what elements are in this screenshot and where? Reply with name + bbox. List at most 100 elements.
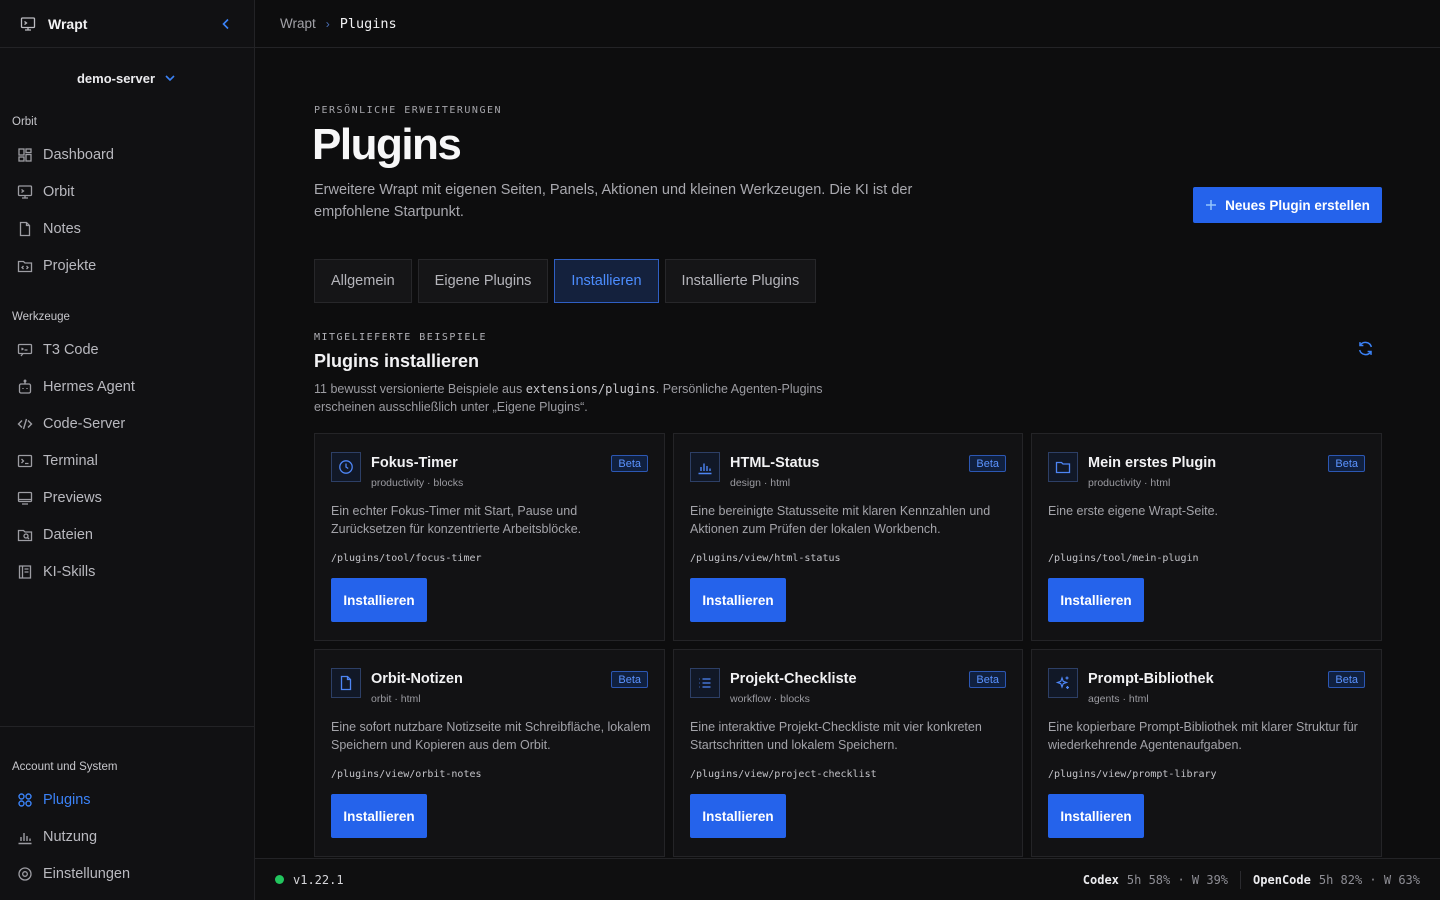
sidebar-item-terminal[interactable]: Terminal — [0, 442, 254, 479]
plugin-card-orbit-notizen: Orbit-Notizen orbit · html Beta Eine sof… — [314, 649, 665, 857]
sidebar-group-title: Orbit — [12, 116, 37, 128]
sidebar-item-label: Projekte — [43, 257, 97, 274]
tab-allgemein[interactable]: Allgemein — [314, 259, 412, 303]
app-name: Wrapt — [48, 15, 88, 32]
tab-installieren[interactable]: Installieren — [554, 259, 659, 303]
status-dot — [275, 875, 284, 884]
dashboard-icon — [18, 147, 32, 162]
sparkles-icon — [1055, 676, 1069, 689]
codex-label: Codex — [1082, 872, 1119, 887]
install-button[interactable]: Installieren — [331, 794, 427, 838]
bar-chart-icon — [698, 463, 712, 475]
plugin-title: Prompt-Bibliothek — [1088, 671, 1214, 687]
install-button[interactable]: Installieren — [1048, 794, 1144, 838]
sidebar-item-t3-code[interactable]: T3 Code — [0, 331, 254, 368]
plugin-description: Eine bereinigte Statusseite mit klaren K… — [690, 504, 991, 536]
section-eyebrow: MITGELIEFERTE BEISPIELE — [314, 332, 487, 343]
sidebar-item-label: Einstellungen — [43, 865, 131, 882]
sidebar-item-notes[interactable]: Notes — [0, 210, 254, 247]
plugin-icon-frame — [331, 452, 361, 482]
tab-installierte-plugins[interactable]: Installierte Plugins — [664, 259, 817, 303]
tab-eigene-plugins[interactable]: Eigene Plugins — [417, 259, 549, 303]
sidebar-item-nutzung[interactable]: Nutzung — [0, 818, 254, 855]
opencode-usage: 5h 82% · W 63% — [1318, 872, 1420, 887]
plugin-icon-frame — [690, 668, 720, 698]
plugin-icon-frame — [331, 668, 361, 698]
sidebar-item-projekte[interactable]: Projekte — [0, 247, 254, 284]
plugin-title: Mein erstes Plugin — [1088, 455, 1217, 471]
plugin-title: Orbit-Notizen — [371, 671, 463, 687]
grid-icon — [18, 792, 32, 807]
list-icon — [699, 678, 711, 688]
install-button[interactable]: Installieren — [690, 578, 786, 622]
section-desc-text: 11 bewusst versionierte Beispiele aus — [314, 382, 526, 396]
plugin-card-fokus-timer: Fokus-Timer productivity · blocks Beta E… — [314, 433, 665, 641]
plugin-grid: Fokus-Timer productivity · blocks Beta E… — [314, 433, 1382, 857]
sidebar-item-previews[interactable]: Previews — [0, 479, 254, 516]
sidebar-item-label: Dashboard — [43, 146, 114, 163]
screen-icon — [17, 491, 33, 505]
plugin-path: /plugins/view/html-status — [690, 553, 841, 564]
page-title: Plugins — [312, 120, 462, 169]
sidebar-bottom: Account und System Plugins Nutzung Einst… — [0, 726, 254, 900]
sidebar-item-dashboard[interactable]: Dashboard — [0, 136, 254, 173]
breadcrumb: Wrapt › Plugins — [255, 0, 1440, 48]
plugin-meta: agents · html — [1088, 693, 1149, 705]
usage-summary: Codex 5h 58% · W 39% OpenCode 5h 82% · W… — [1082, 870, 1420, 889]
plugin-description: Eine kopierbare Prompt-Bibliothek mit kl… — [1048, 720, 1358, 752]
book-icon — [18, 564, 32, 579]
plugin-title: Fokus-Timer — [371, 455, 458, 471]
breadcrumb-root[interactable]: Wrapt — [280, 16, 316, 31]
chevron-down-icon — [165, 75, 175, 82]
monitor-icon — [17, 184, 33, 199]
plugin-description: Eine sofort nutzbare Notizseite mit Schr… — [331, 720, 651, 752]
folder-search-icon — [17, 529, 33, 541]
sidebar-item-dateien[interactable]: Dateien — [0, 516, 254, 553]
install-button[interactable]: Installieren — [690, 794, 786, 838]
install-button[interactable]: Installieren — [1048, 578, 1144, 622]
sidebar-item-label: T3 Code — [43, 341, 99, 358]
terminal-icon — [17, 454, 33, 467]
server-name: demo-server — [76, 70, 156, 86]
plugin-path: /plugins/tool/mein-plugin — [1048, 553, 1199, 564]
refresh-icon[interactable] — [1357, 340, 1374, 357]
plugin-meta: productivity · blocks — [371, 477, 464, 489]
sidebar-item-label: Previews — [43, 489, 102, 506]
status-badge: Beta — [1328, 455, 1365, 472]
plugin-meta: productivity · html — [1088, 477, 1171, 489]
sidebar-item-einstellungen[interactable]: Einstellungen — [0, 855, 254, 892]
sidebar-item-label: Hermes Agent — [43, 378, 135, 395]
file-icon — [340, 675, 352, 691]
section-desc-code: extensions/plugins — [525, 382, 656, 396]
sidebar-header: Wrapt — [0, 0, 254, 48]
page-eyebrow: PERSÖNLICHE ERWEITERUNGEN — [314, 105, 503, 116]
sidebar-item-label: Dateien — [43, 526, 93, 543]
file-icon — [19, 221, 31, 236]
plugin-title: Projekt-Checkliste — [730, 671, 857, 687]
sidebar-group-orbit: Orbit Dashboard Orbit Notes Projekte — [0, 110, 254, 284]
sidebar-item-hermes-agent[interactable]: Hermes Agent — [0, 368, 254, 405]
sidebar-item-ki-skills[interactable]: KI-Skills — [0, 553, 254, 590]
status-bar: v1.22.1 Codex 5h 58% · W 39% OpenCode 5h… — [255, 858, 1440, 900]
sidebar-item-orbit[interactable]: Orbit — [0, 173, 254, 210]
new-plugin-button[interactable]: Neues Plugin erstellen — [1193, 187, 1382, 223]
sidebar-item-plugins[interactable]: Plugins — [0, 781, 254, 818]
install-button[interactable]: Installieren — [331, 578, 427, 622]
code-icon — [17, 418, 33, 429]
plugin-description: Ein echter Fokus-Timer mit Start, Pause … — [331, 504, 582, 536]
sidebar-item-label: Terminal — [43, 452, 98, 469]
plugin-path: /plugins/view/orbit-notes — [331, 769, 482, 780]
plugin-path: /plugins/tool/focus-timer — [331, 553, 482, 564]
clock-icon — [339, 460, 353, 474]
sidebar-item-label: Plugins — [43, 791, 91, 808]
chat-code-icon — [17, 343, 33, 356]
opencode-label: OpenCode — [1253, 872, 1311, 887]
server-selector[interactable]: demo-server — [0, 48, 254, 108]
plugin-meta: design · html — [730, 477, 791, 489]
chevron-left-icon[interactable] — [220, 16, 232, 32]
sidebar-item-code-server[interactable]: Code-Server — [0, 405, 254, 442]
divider — [1240, 870, 1242, 889]
status-badge: Beta — [969, 671, 1006, 688]
codex-usage: 5h 58% · W 39% — [1126, 872, 1229, 887]
version-label: v1.22.1 — [293, 872, 344, 887]
